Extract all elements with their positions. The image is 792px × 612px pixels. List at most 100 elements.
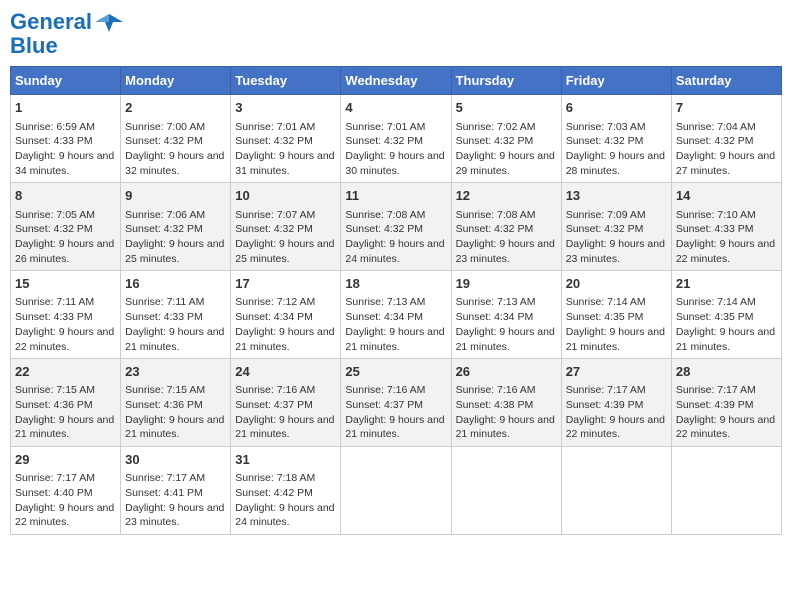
sunrise-label: Sunrise: 7:17 AM bbox=[566, 384, 646, 396]
calendar-cell: 17Sunrise: 7:12 AMSunset: 4:34 PMDayligh… bbox=[231, 271, 341, 359]
sunrise-label: Sunrise: 7:01 AM bbox=[345, 121, 425, 133]
day-number: 17 bbox=[235, 275, 336, 293]
daylight-label: Daylight: 9 hours and 21 minutes. bbox=[456, 326, 555, 353]
sunset-label: Sunset: 4:42 PM bbox=[235, 487, 313, 499]
calendar-cell: 7Sunrise: 7:04 AMSunset: 4:32 PMDaylight… bbox=[671, 95, 781, 183]
sunrise-label: Sunrise: 7:07 AM bbox=[235, 209, 315, 221]
logo-blue: Blue bbox=[10, 34, 58, 58]
daylight-label: Daylight: 9 hours and 27 minutes. bbox=[676, 150, 775, 177]
calendar-cell: 6Sunrise: 7:03 AMSunset: 4:32 PMDaylight… bbox=[561, 95, 671, 183]
day-number: 23 bbox=[125, 363, 226, 381]
calendar-cell: 15Sunrise: 7:11 AMSunset: 4:33 PMDayligh… bbox=[11, 271, 121, 359]
day-number: 10 bbox=[235, 187, 336, 205]
calendar-cell: 21Sunrise: 7:14 AMSunset: 4:35 PMDayligh… bbox=[671, 271, 781, 359]
calendar-cell: 24Sunrise: 7:16 AMSunset: 4:37 PMDayligh… bbox=[231, 359, 341, 447]
sunrise-label: Sunrise: 7:15 AM bbox=[125, 384, 205, 396]
daylight-label: Daylight: 9 hours and 23 minutes. bbox=[456, 238, 555, 265]
calendar-cell: 14Sunrise: 7:10 AMSunset: 4:33 PMDayligh… bbox=[671, 183, 781, 271]
day-number: 24 bbox=[235, 363, 336, 381]
day-header-monday: Monday bbox=[121, 67, 231, 95]
calendar-cell: 22Sunrise: 7:15 AMSunset: 4:36 PMDayligh… bbox=[11, 359, 121, 447]
sunrise-label: Sunrise: 7:04 AM bbox=[676, 121, 756, 133]
sunrise-label: Sunrise: 7:17 AM bbox=[15, 472, 95, 484]
logo: General Blue bbox=[10, 10, 123, 58]
calendar-cell: 25Sunrise: 7:16 AMSunset: 4:37 PMDayligh… bbox=[341, 359, 451, 447]
sunset-label: Sunset: 4:32 PM bbox=[125, 135, 203, 147]
calendar-cell: 30Sunrise: 7:17 AMSunset: 4:41 PMDayligh… bbox=[121, 447, 231, 535]
day-number: 4 bbox=[345, 99, 446, 117]
daylight-label: Daylight: 9 hours and 21 minutes. bbox=[566, 326, 665, 353]
daylight-label: Daylight: 9 hours and 22 minutes. bbox=[676, 238, 775, 265]
calendar-cell: 12Sunrise: 7:08 AMSunset: 4:32 PMDayligh… bbox=[451, 183, 561, 271]
calendar-cell: 16Sunrise: 7:11 AMSunset: 4:33 PMDayligh… bbox=[121, 271, 231, 359]
daylight-label: Daylight: 9 hours and 21 minutes. bbox=[125, 414, 224, 441]
sunset-label: Sunset: 4:33 PM bbox=[15, 311, 93, 323]
sunset-label: Sunset: 4:32 PM bbox=[15, 223, 93, 235]
sunset-label: Sunset: 4:32 PM bbox=[125, 223, 203, 235]
day-number: 15 bbox=[15, 275, 116, 293]
daylight-label: Daylight: 9 hours and 24 minutes. bbox=[345, 238, 444, 265]
daylight-label: Daylight: 9 hours and 23 minutes. bbox=[125, 502, 224, 529]
day-number: 7 bbox=[676, 99, 777, 117]
calendar-cell: 26Sunrise: 7:16 AMSunset: 4:38 PMDayligh… bbox=[451, 359, 561, 447]
calendar-cell: 4Sunrise: 7:01 AMSunset: 4:32 PMDaylight… bbox=[341, 95, 451, 183]
sunrise-label: Sunrise: 7:05 AM bbox=[15, 209, 95, 221]
day-header-friday: Friday bbox=[561, 67, 671, 95]
day-number: 8 bbox=[15, 187, 116, 205]
calendar-cell: 9Sunrise: 7:06 AMSunset: 4:32 PMDaylight… bbox=[121, 183, 231, 271]
sunrise-label: Sunrise: 7:06 AM bbox=[125, 209, 205, 221]
sunset-label: Sunset: 4:37 PM bbox=[235, 399, 313, 411]
day-number: 29 bbox=[15, 451, 116, 469]
day-header-sunday: Sunday bbox=[11, 67, 121, 95]
sunrise-label: Sunrise: 7:08 AM bbox=[345, 209, 425, 221]
sunrise-label: Sunrise: 7:08 AM bbox=[456, 209, 536, 221]
daylight-label: Daylight: 9 hours and 23 minutes. bbox=[566, 238, 665, 265]
calendar-cell: 5Sunrise: 7:02 AMSunset: 4:32 PMDaylight… bbox=[451, 95, 561, 183]
sunrise-label: Sunrise: 7:11 AM bbox=[125, 296, 204, 308]
day-number: 25 bbox=[345, 363, 446, 381]
calendar-cell: 2Sunrise: 7:00 AMSunset: 4:32 PMDaylight… bbox=[121, 95, 231, 183]
calendar-cell: 11Sunrise: 7:08 AMSunset: 4:32 PMDayligh… bbox=[341, 183, 451, 271]
daylight-label: Daylight: 9 hours and 24 minutes. bbox=[235, 502, 334, 529]
sunset-label: Sunset: 4:40 PM bbox=[15, 487, 93, 499]
sunrise-label: Sunrise: 7:13 AM bbox=[456, 296, 536, 308]
calendar-cell bbox=[341, 447, 451, 535]
day-header-saturday: Saturday bbox=[671, 67, 781, 95]
calendar-cell: 10 Sunrise: 7:07 AM Sunset: 4:32 PM Dayligh… bbox=[231, 183, 341, 271]
sunrise-label: Sunrise: 7:10 AM bbox=[676, 209, 756, 221]
daylight-label: Daylight: 9 hours and 21 minutes. bbox=[345, 414, 444, 441]
daylight-label: Daylight: 9 hours and 31 minutes. bbox=[235, 150, 334, 177]
daylight-label: Daylight: 9 hours and 21 minutes. bbox=[125, 326, 224, 353]
sunset-label: Sunset: 4:32 PM bbox=[235, 223, 313, 235]
sunrise-label: Sunrise: 7:18 AM bbox=[235, 472, 315, 484]
day-number: 22 bbox=[15, 363, 116, 381]
day-number: 16 bbox=[125, 275, 226, 293]
sunrise-label: Sunrise: 7:13 AM bbox=[345, 296, 425, 308]
day-number: 28 bbox=[676, 363, 777, 381]
sunset-label: Sunset: 4:39 PM bbox=[676, 399, 754, 411]
sunset-label: Sunset: 4:32 PM bbox=[566, 135, 644, 147]
sunset-label: Sunset: 4:32 PM bbox=[456, 135, 534, 147]
daylight-label: Daylight: 9 hours and 21 minutes. bbox=[345, 326, 444, 353]
calendar-cell bbox=[671, 447, 781, 535]
calendar-cell: 27Sunrise: 7:17 AMSunset: 4:39 PMDayligh… bbox=[561, 359, 671, 447]
day-number: 27 bbox=[566, 363, 667, 381]
daylight-label: Daylight: 9 hours and 21 minutes. bbox=[456, 414, 555, 441]
sunrise-label: Sunrise: 7:17 AM bbox=[676, 384, 756, 396]
day-number: 14 bbox=[676, 187, 777, 205]
daylight-label: Daylight: 9 hours and 25 minutes. bbox=[235, 238, 334, 265]
day-number: 30 bbox=[125, 451, 226, 469]
calendar-cell: 13Sunrise: 7:09 AMSunset: 4:32 PMDayligh… bbox=[561, 183, 671, 271]
sunset-label: Sunset: 4:32 PM bbox=[456, 223, 534, 235]
daylight-label: Daylight: 9 hours and 21 minutes. bbox=[15, 414, 114, 441]
logo-bird-icon bbox=[95, 12, 123, 32]
calendar-cell: 29Sunrise: 7:17 AMSunset: 4:40 PMDayligh… bbox=[11, 447, 121, 535]
daylight-label: Daylight: 9 hours and 22 minutes. bbox=[676, 414, 775, 441]
sunrise-label: Sunrise: 6:59 AM bbox=[15, 121, 95, 133]
day-number: 3 bbox=[235, 99, 336, 117]
daylight-label: Daylight: 9 hours and 25 minutes. bbox=[125, 238, 224, 265]
day-number: 1 bbox=[15, 99, 116, 117]
sunset-label: Sunset: 4:37 PM bbox=[345, 399, 423, 411]
calendar-week-row: 1Sunrise: 6:59 AMSunset: 4:33 PMDaylight… bbox=[11, 95, 782, 183]
day-header-thursday: Thursday bbox=[451, 67, 561, 95]
